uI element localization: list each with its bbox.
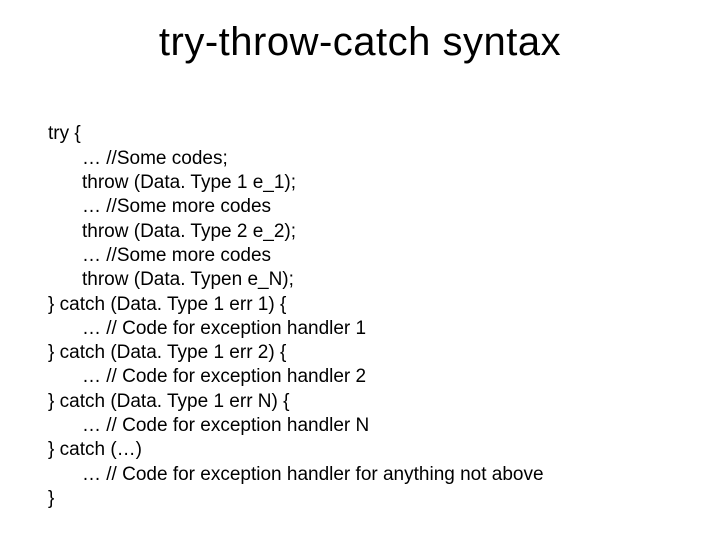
code-line: } catch (Data. Type 1 err N) { bbox=[48, 391, 289, 412]
code-line: … // Code for exception handler N bbox=[82, 415, 369, 436]
code-line: … //Some codes; bbox=[82, 148, 228, 169]
code-line: } catch (…) bbox=[48, 439, 142, 460]
code-line: } catch (Data. Type 1 err 2) { bbox=[48, 342, 286, 363]
code-line: throw (Data. Type 1 e_1); bbox=[82, 172, 296, 193]
code-line: … //Some more codes bbox=[82, 245, 271, 266]
code-line: … // Code for exception handler for anyt… bbox=[82, 464, 544, 485]
code-line: … // Code for exception handler 1 bbox=[82, 318, 366, 339]
code-line: … //Some more codes bbox=[82, 196, 271, 217]
code-line: } catch (Data. Type 1 err 1) { bbox=[48, 294, 286, 315]
slide-title: try-throw-catch syntax bbox=[0, 20, 720, 65]
slide: try-throw-catch syntax try { … //Some co… bbox=[0, 0, 720, 540]
code-block: try { … //Some codes; throw (Data. Type … bbox=[48, 98, 688, 536]
code-line: … // Code for exception handler 2 bbox=[82, 366, 366, 387]
code-line: throw (Data. Type 2 e_2); bbox=[82, 221, 296, 242]
code-line: } bbox=[48, 488, 54, 509]
code-line: throw (Data. Typen e_N); bbox=[82, 269, 294, 290]
code-line: try { bbox=[48, 123, 81, 144]
